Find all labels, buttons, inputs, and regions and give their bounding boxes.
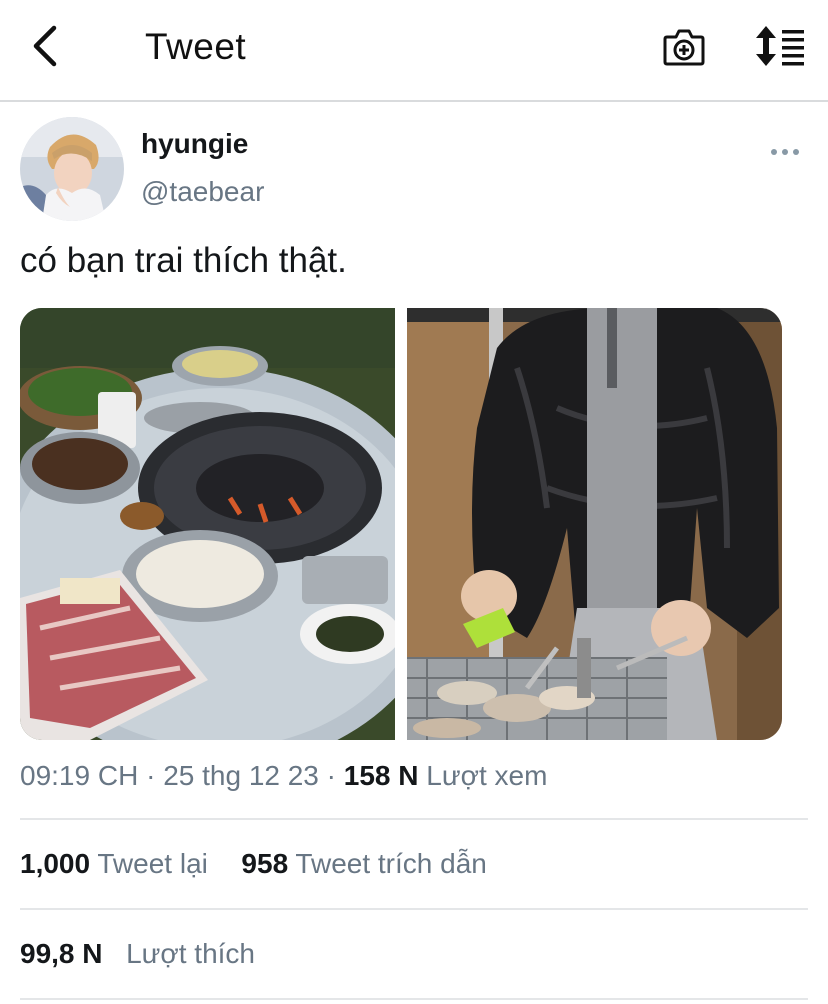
photo-bbq-table[interactable] [20, 308, 450, 740]
author-display-name[interactable]: hyungie [141, 128, 248, 160]
page-title: Tweet [145, 26, 247, 67]
tweet-meta: 09:19 CH · 25 thg 12 23 · 158 N Lượt xem [20, 760, 547, 792]
more-options-button[interactable] [770, 144, 800, 160]
likes-count: 99,8 N [20, 938, 103, 969]
divider [20, 818, 808, 820]
top-nav-bar: Tweet [0, 0, 828, 102]
photo-grilling-person[interactable] [407, 308, 782, 740]
camera-plus-icon [663, 29, 705, 66]
tweet-text: có bạn trai thích thật. [20, 241, 347, 280]
sort-button[interactable] [754, 24, 806, 68]
divider [20, 998, 808, 1000]
tweet-media [20, 308, 782, 740]
camera-button[interactable] [663, 26, 705, 68]
sort-timeline-icon [756, 26, 804, 66]
avatar[interactable] [20, 117, 124, 221]
quotes-stat[interactable]: 958 Tweet trích dẫn [241, 848, 486, 879]
chevron-left-icon [33, 25, 57, 67]
meta-separator: · [326, 760, 336, 791]
likes-label: Lượt thích [126, 938, 256, 969]
tweet-date: 25 thg 12 23 [163, 760, 319, 791]
quotes-label: Tweet trích dẫn [295, 848, 487, 879]
meta-separator: · [146, 760, 156, 791]
likes-stat[interactable]: 99,8 N Lượt thích [20, 938, 255, 970]
quotes-count: 958 [241, 848, 289, 879]
views-label: Lượt xem [426, 760, 548, 791]
more-horizontal-icon [771, 149, 799, 155]
author-handle[interactable]: @taebear [141, 176, 264, 208]
retweets-stat[interactable]: 1,000 Tweet lại [20, 848, 208, 879]
retweets-label: Tweet lại [97, 848, 208, 879]
retweet-quote-stats: 1,000 Tweet lại 958 Tweet trích dẫn [20, 848, 487, 880]
tweet-time: 09:19 CH [20, 760, 139, 791]
back-button[interactable] [28, 24, 64, 68]
retweets-count: 1,000 [20, 848, 91, 879]
divider [20, 908, 808, 910]
views-count: 158 N [343, 760, 419, 791]
